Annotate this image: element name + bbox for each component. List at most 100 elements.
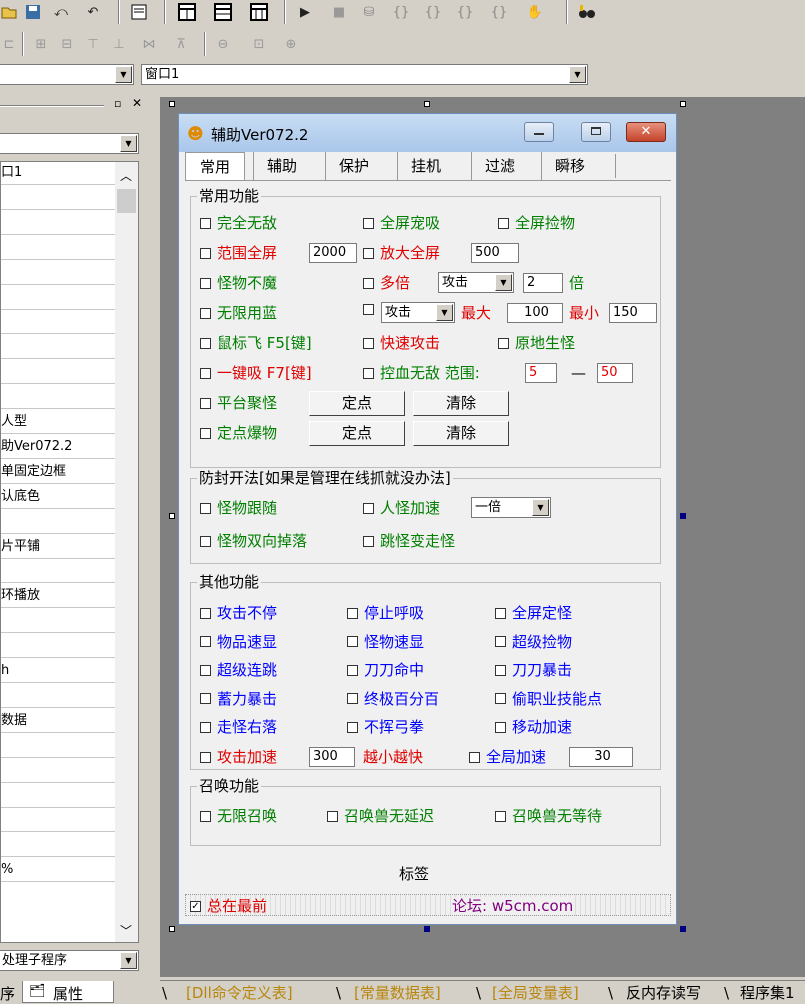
property-row[interactable] xyxy=(1,560,115,584)
checkbox-quanju[interactable]: 全局加速 xyxy=(469,748,546,766)
checkbox-pingtai[interactable]: 平台聚怪 xyxy=(200,394,277,412)
checkbox-other[interactable]: 偷职业技能点 xyxy=(495,690,602,708)
checkbox-box[interactable] xyxy=(495,664,506,676)
checkbox-xi[interactable]: 全屏宠吸 xyxy=(363,214,440,232)
checkbox-box[interactable] xyxy=(347,693,358,704)
checkbox-box[interactable] xyxy=(200,337,211,349)
chevron-down-icon[interactable]: ▼ xyxy=(495,274,512,291)
checkbox-box[interactable] xyxy=(200,247,211,259)
checkbox-other[interactable]: 攻击不停 xyxy=(200,604,277,622)
chevron-down-icon[interactable]: ▼ xyxy=(532,499,549,516)
checkbox-bumo[interactable]: 怪物不魔 xyxy=(200,274,277,292)
property-row[interactable] xyxy=(1,236,115,260)
resize-handle[interactable] xyxy=(424,926,430,932)
checkbox-box[interactable] xyxy=(469,751,480,763)
layout-icon-2[interactable] xyxy=(214,3,232,21)
checkbox-box[interactable] xyxy=(363,304,374,315)
resize-handle[interactable] xyxy=(424,101,430,107)
checkbox-box[interactable] xyxy=(200,502,211,514)
tab-dll[interactable]: [Dll命令定义表] xyxy=(186,982,293,1004)
scroll-up-icon[interactable]: ︿ xyxy=(120,167,132,184)
property-row[interactable] xyxy=(1,684,115,708)
undo-icon[interactable]: ⤺ xyxy=(52,3,70,21)
checkbox-gensui[interactable]: 怪物跟随 xyxy=(200,499,277,517)
property-row[interactable]: 助Ver072.2 xyxy=(1,435,115,459)
property-row[interactable]: 口1 xyxy=(1,162,115,185)
checkbox-box[interactable] xyxy=(495,636,506,647)
checkbox-other[interactable]: 蓄力暴击 xyxy=(200,690,277,708)
property-row[interactable] xyxy=(1,211,115,235)
property-row[interactable] xyxy=(1,311,115,335)
property-row[interactable]: % xyxy=(1,859,115,883)
checkbox-box[interactable] xyxy=(495,810,506,822)
align-left-icon[interactable]: ⊏ xyxy=(0,35,18,53)
checkbox-summon-1[interactable]: 无限召唤 xyxy=(200,807,277,825)
checkbox-other[interactable]: 停止呼吸 xyxy=(347,604,424,622)
property-row[interactable] xyxy=(1,610,115,634)
checkbox-yuandi[interactable]: 原地生怪 xyxy=(498,334,575,352)
checkbox-box[interactable] xyxy=(200,810,211,822)
property-row[interactable] xyxy=(1,361,115,385)
fangda-input[interactable]: 500 xyxy=(471,243,519,263)
checkbox-box[interactable] xyxy=(363,337,374,349)
property-row[interactable] xyxy=(1,734,115,758)
property-row[interactable] xyxy=(1,261,115,285)
resize-handle[interactable] xyxy=(169,513,175,519)
checkbox-other[interactable]: 刀刀暴击 xyxy=(495,661,572,679)
align-top-icon[interactable]: ⊤ xyxy=(84,35,102,53)
checkbox-box[interactable] xyxy=(200,277,211,289)
object-combo[interactable]: ▼ xyxy=(0,64,134,85)
tab-common[interactable]: 常用 xyxy=(185,152,245,180)
max-input[interactable]: 100 xyxy=(507,303,563,323)
checkbox-other[interactable]: 超级连跳 xyxy=(200,661,277,679)
space-h-icon[interactable]: ⋈ xyxy=(140,35,158,53)
checkbox-renguai[interactable]: 人怪加速 xyxy=(363,499,440,517)
step-over-icon[interactable]: {} xyxy=(424,3,442,21)
save-icon[interactable] xyxy=(24,3,42,21)
resize-handle[interactable] xyxy=(680,101,686,107)
pingtai-qingchu-button[interactable]: 清除 xyxy=(413,391,509,416)
kongxue-input-1[interactable]: 5 xyxy=(525,363,557,383)
tab-program[interactable]: 序 xyxy=(0,983,15,1004)
hand-icon[interactable]: ✋ xyxy=(526,3,544,21)
chevron-down-icon[interactable]: ▼ xyxy=(120,952,137,969)
checkbox-shuangxiang[interactable]: 怪物双向掉落 xyxy=(200,532,307,550)
layout-icon-1[interactable] xyxy=(178,3,196,21)
layout-icon-3[interactable] xyxy=(250,3,268,21)
checkbox-box[interactable] xyxy=(498,337,509,349)
minimize-button[interactable] xyxy=(524,122,554,142)
checkbox-box[interactable] xyxy=(495,721,506,733)
checkbox-tiaoguai[interactable]: 跳怪变走怪 xyxy=(363,532,455,550)
same-height-icon[interactable]: ⊡ xyxy=(250,35,268,53)
property-scrollbar[interactable]: ︿ ﹀ xyxy=(115,162,138,942)
checkbox-topmost[interactable]: ✓ 总在最前 xyxy=(190,897,267,915)
checkbox-other[interactable]: 终极百分百 xyxy=(347,690,439,708)
gongji-input[interactable]: 300 xyxy=(309,747,355,767)
chevron-down-icon[interactable]: ▼ xyxy=(115,66,132,83)
resize-handle[interactable] xyxy=(680,513,686,519)
baowu-dingdian-button[interactable]: 定点 xyxy=(309,421,405,446)
tab-memory[interactable]: 反内存读写 xyxy=(626,982,701,1004)
property-row[interactable] xyxy=(1,834,115,858)
checkbox-other[interactable]: 不挥弓拳 xyxy=(347,718,424,736)
speed-combo[interactable]: 一倍 ▼ xyxy=(471,497,551,518)
run-to-cursor-icon[interactable]: {} xyxy=(490,3,508,21)
close-button[interactable]: ✕ xyxy=(626,122,666,142)
checkbox-fanwei[interactable]: 范围全屏 xyxy=(200,244,277,262)
preview-icon[interactable] xyxy=(130,3,148,21)
checkbox-other[interactable]: 物品速显 xyxy=(200,633,277,651)
tab-const[interactable]: [常量数据表] xyxy=(354,982,441,1004)
scroll-down-icon[interactable]: ﹀ xyxy=(120,922,132,939)
checkbox-box[interactable] xyxy=(200,721,211,733)
checkbox-jianwu[interactable]: 全屏捡物 xyxy=(498,214,575,232)
checkbox-yijian[interactable]: 一键吸 F7[键] xyxy=(200,364,312,382)
checkbox-other[interactable]: 全屏定怪 xyxy=(495,604,572,622)
checkbox-summon-3[interactable]: 召唤兽无等待 xyxy=(495,807,602,825)
tab-teleport[interactable]: 瞬移 xyxy=(541,152,598,180)
checkbox-other[interactable]: 怪物速显 xyxy=(347,633,424,651)
checkbox-summon-2[interactable]: 召唤兽无延迟 xyxy=(327,807,434,825)
checkbox-box[interactable] xyxy=(200,397,211,409)
checkbox-dingdian-bao[interactable]: 定点爆物 xyxy=(200,424,277,442)
checkbox-box[interactable] xyxy=(200,751,211,763)
resize-handle[interactable] xyxy=(680,926,686,932)
